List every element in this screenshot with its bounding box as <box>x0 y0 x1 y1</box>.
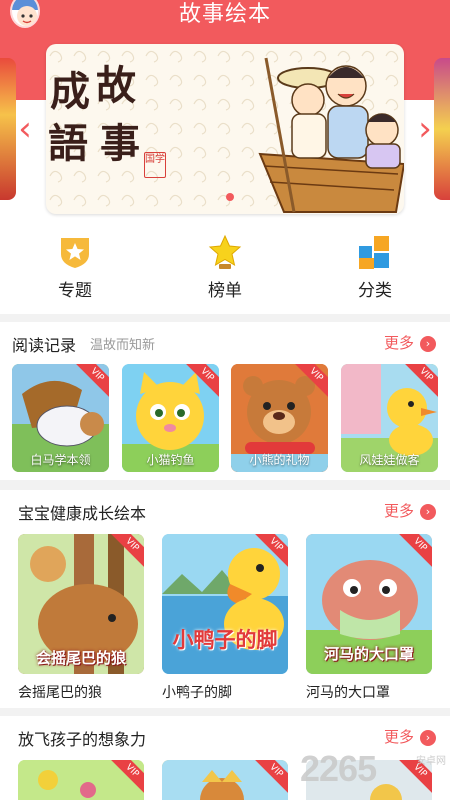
app-screen: 故事绘本 成 故 語 事 国学 ‹ › 专题 榜单 分类 阅读记录 温故而知新 … <box>0 0 450 800</box>
chevron-right-icon: › <box>420 730 436 746</box>
section-title: 放飞孩子的想象力 <box>18 730 147 749</box>
banner-title-char: 語 <box>48 120 90 167</box>
more-label: 更多 <box>383 728 414 746</box>
book-caption: 小猫钓鱼 <box>146 453 195 467</box>
section-title: 宝宝健康成长绘本 <box>18 504 147 523</box>
blocks-icon <box>359 236 389 269</box>
seal-stamp: 国学 <box>144 152 166 178</box>
more-link[interactable]: 更多 › <box>384 726 436 747</box>
book-cover-title: 会摇尾巴的狼 <box>35 649 126 667</box>
section-subtitle: 温故而知新 <box>90 338 156 353</box>
more-label: 更多 <box>383 502 414 520</box>
more-link[interactable]: 更多 › <box>384 332 436 353</box>
book-caption: 风娃娃做客 <box>359 453 420 467</box>
section-healthy-growth: 宝宝健康成长绘本 更多 › VIP 会摇尾巴的狼 会摇尾巴的狼 VIP 小鸭子的… <box>0 490 450 708</box>
banner-title-char: 事 <box>100 120 142 167</box>
book-caption: 白马学本领 <box>30 453 91 467</box>
quick-item-categories[interactable]: 分类 <box>300 226 450 314</box>
quick-item-label: 榜单 <box>208 281 242 301</box>
book-card[interactable]: VIP 小鸭子的脚 <box>162 534 288 674</box>
section-reading-history: 阅读记录 温故而知新 更多 › VIP 白马学本领 VIP 小猫钓鱼 VIP 小… <box>0 322 450 480</box>
quick-item-label: 专题 <box>58 281 92 301</box>
chevron-right-icon[interactable]: › <box>412 112 438 146</box>
more-link[interactable]: 更多 › <box>384 500 436 521</box>
book-name[interactable]: 小鸭子的脚 <box>162 682 232 702</box>
book-caption: 小熊的礼物 <box>249 453 310 467</box>
section-header: 阅读记录 温故而知新 更多 › <box>0 322 450 360</box>
book-card[interactable]: VIP 白马学本领 <box>12 364 109 472</box>
book-cover-title: 河马的大口罩 <box>323 645 414 663</box>
watermark-sub: 安卓网 <box>416 756 446 767</box>
trophy-star-icon <box>208 234 242 269</box>
quick-item-label: 分类 <box>358 281 392 301</box>
book-card[interactable]: VIP <box>162 760 288 800</box>
watermark: 2265 安卓网 <box>300 748 450 800</box>
banner-title-char: 成 <box>50 68 92 115</box>
more-label: 更多 <box>383 334 414 352</box>
chevron-right-icon: › <box>420 504 436 520</box>
watermark-logo: 2265 <box>300 748 377 789</box>
banner-title-char: 故 <box>96 62 138 109</box>
top-bar: 故事绘本 <box>0 0 450 50</box>
page-title: 故事绘本 <box>178 2 271 27</box>
banner-slide[interactable]: 成 故 語 事 国学 <box>46 44 404 214</box>
quick-item-rankings[interactable]: 榜单 <box>150 226 300 314</box>
section-title: 阅读记录 <box>12 336 77 355</box>
book-name[interactable]: 河马的大口罩 <box>306 682 390 702</box>
book-name[interactable]: 会摇尾巴的狼 <box>18 682 102 702</box>
book-card[interactable]: VIP <box>18 760 144 800</box>
book-cover-title: 小鸭子的脚 <box>172 628 278 652</box>
book-card[interactable]: VIP 小猫钓鱼 <box>122 364 219 472</box>
book-card[interactable]: VIP 会摇尾巴的狼 <box>18 534 144 674</box>
quick-menu: 专题 榜单 分类 <box>0 226 450 314</box>
shield-star-icon <box>61 238 89 268</box>
book-card[interactable]: VIP 河马的大口罩 <box>306 534 432 674</box>
carousel-indicator <box>226 186 234 205</box>
book-card[interactable]: VIP 风娃娃做客 <box>341 364 438 472</box>
section-header: 宝宝健康成长绘本 更多 › <box>0 490 450 528</box>
carousel-dot-active <box>226 193 234 201</box>
chevron-right-icon: › <box>420 336 436 352</box>
book-card[interactable]: VIP 小熊的礼物 <box>231 364 328 472</box>
chevron-left-icon[interactable]: ‹ <box>12 112 38 146</box>
quick-item-topics[interactable]: 专题 <box>0 226 150 314</box>
